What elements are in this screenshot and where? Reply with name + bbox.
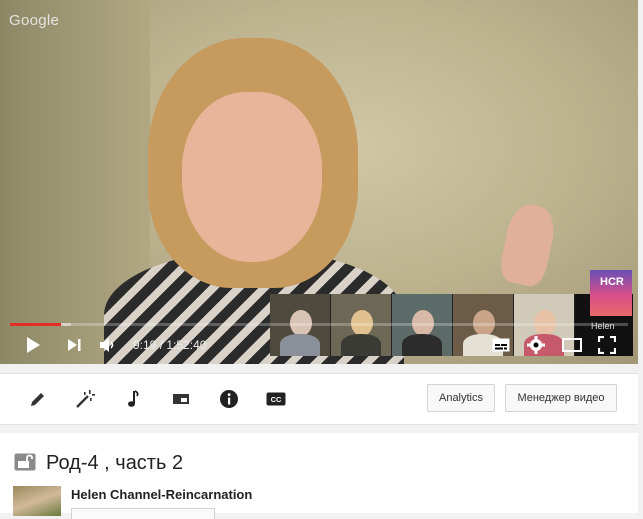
time-current: 9:19 [133,338,157,352]
magic-wand-icon[interactable] [73,387,97,411]
gear-icon[interactable] [525,334,547,356]
progress-bar[interactable] [10,323,628,326]
player-controls: 9:19 / 1:52:40 [0,328,638,364]
time-total: 1:52:40 [166,338,207,352]
volume-icon[interactable] [97,334,119,356]
hcr-logo: HCR [590,270,632,316]
video-player[interactable]: Google HCR Helen 9:19 / 1:52:40 [0,0,638,364]
subtitles-icon[interactable] [490,334,512,356]
analytics-button[interactable]: Analytics [427,384,495,412]
theater-mode-icon[interactable] [561,334,583,356]
info-icon[interactable] [217,387,241,411]
closed-captions-icon[interactable]: CC [264,387,288,411]
cc-label: CC [271,395,282,404]
video-toolbar: CC Analytics Менеджер видео [0,373,638,425]
time-separator: / [156,338,167,352]
channel-name-link[interactable]: Helen Channel-Reincarnation [71,487,252,502]
fullscreen-icon[interactable] [596,334,618,356]
speaker-face [182,92,322,262]
pencil-icon[interactable] [26,387,50,411]
video-manager-button[interactable]: Менеджер видео [505,384,617,412]
google-watermark: Google [9,12,60,29]
progress-played [10,323,62,326]
video-title: Род-4 , часть 2 [46,452,184,474]
music-note-icon[interactable] [121,387,145,411]
channel-action-button[interactable] [71,508,215,519]
video-info-section: Род-4 , часть 2 Helen Channel-Reincarnat… [0,433,638,519]
avatar[interactable] [13,486,61,516]
time-display: 9:19 / 1:52:40 [133,338,206,352]
speaker-hand [497,201,559,289]
hcr-logo-text: HCR [600,276,624,288]
end-screen-icon[interactable] [169,387,193,411]
play-icon[interactable] [22,334,44,356]
lock-icon [14,453,36,471]
next-icon[interactable] [63,334,85,356]
